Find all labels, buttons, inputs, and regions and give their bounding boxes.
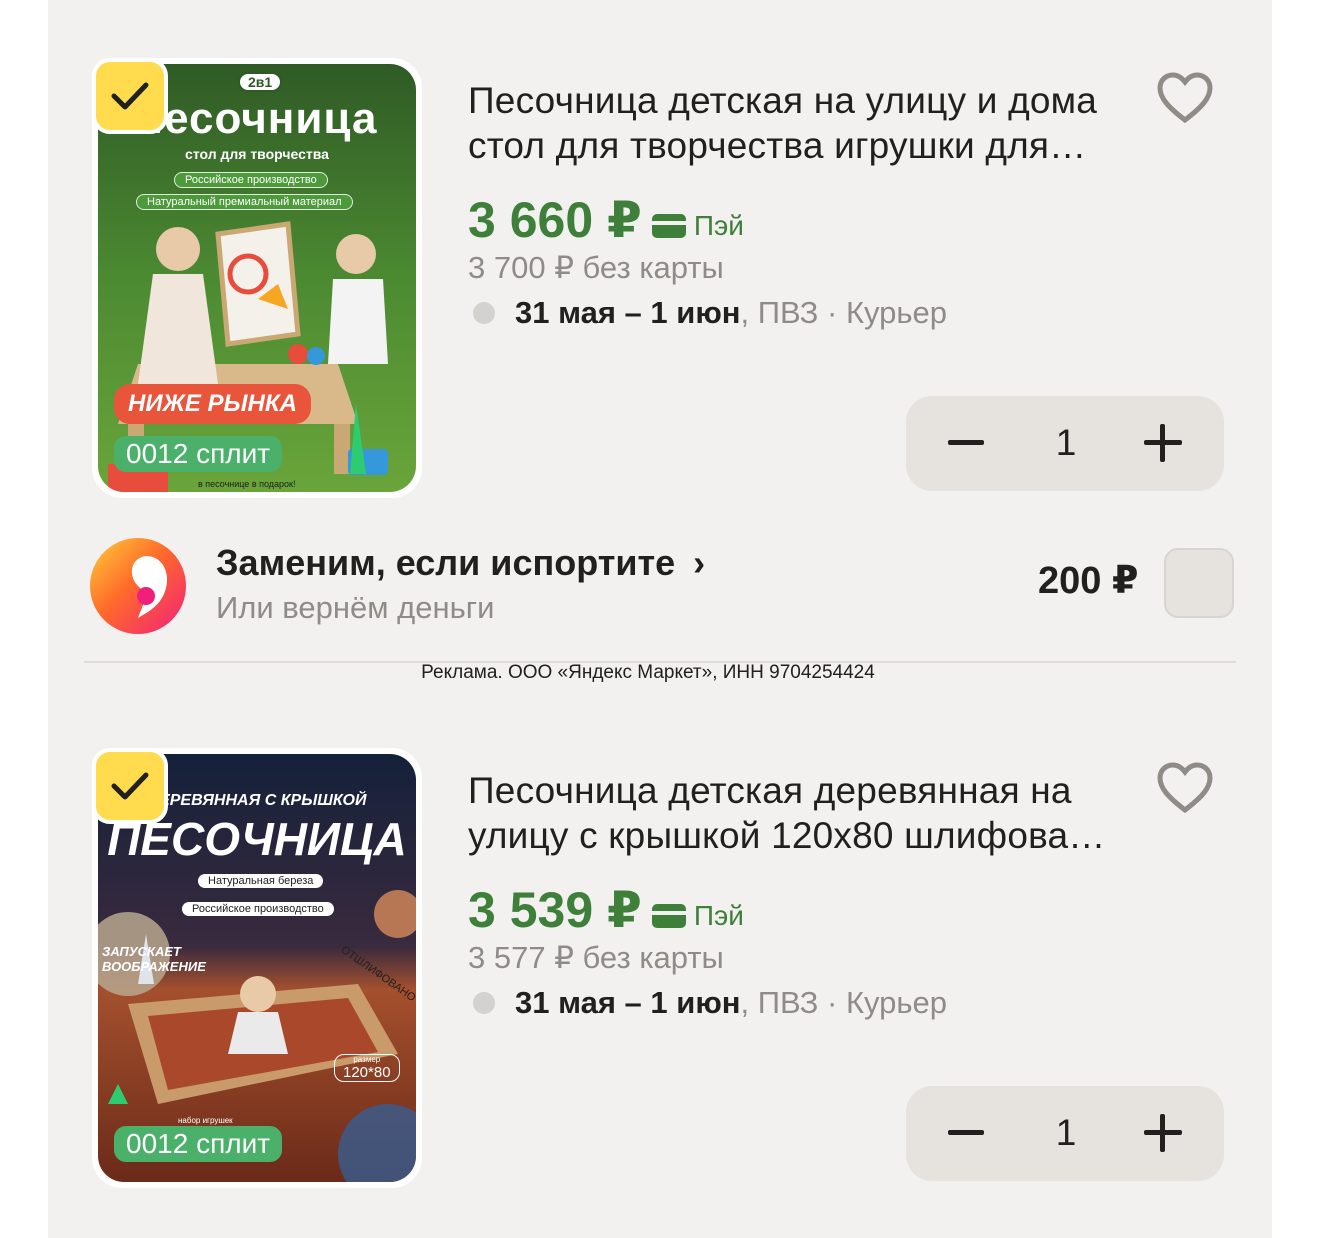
quantity-stepper: 1	[906, 396, 1224, 491]
image-pill: Российское производство	[174, 172, 328, 188]
chevron-right-icon: ›	[693, 542, 706, 583]
split-badge: 0012 сплит	[114, 436, 283, 472]
delivery-method: , ПВЗ · Курьер	[740, 295, 948, 330]
product-title[interactable]: Песочница детская на улицу и дома стол д…	[468, 78, 1148, 168]
ad-disclaimer: Реклама. ООО «Яндекс Маркет», ИНН 970425…	[421, 662, 875, 683]
heart-icon[interactable]	[1156, 72, 1214, 124]
increase-button[interactable]	[1106, 1086, 1224, 1181]
insurance-price: 200 ₽	[1038, 560, 1139, 602]
cart-item: ДЕРЕВЯННАЯ С КРЫШКОЙ ПЕСОЧНИЦА Натуральн…	[48, 748, 1272, 1208]
image-pill: Натуральный премиальный материал	[136, 194, 353, 210]
split-badge: 0012 сплит	[114, 1126, 283, 1162]
image-caption: в песочнице в подарок!	[198, 479, 296, 489]
image-pill: Натуральная береза	[198, 874, 324, 888]
minus-icon	[948, 1130, 984, 1135]
select-checkbox[interactable]	[92, 748, 168, 824]
image-caption: набор игрушек	[178, 1116, 233, 1125]
product-image[interactable]: 2в1 ПЕСОЧНИЦА стол для творчества Россий…	[92, 58, 422, 498]
decrease-button[interactable]	[906, 1086, 1016, 1181]
image-pill: Российское производство	[182, 902, 334, 916]
quantity-stepper: 1	[906, 1086, 1224, 1181]
heart-icon[interactable]	[1156, 762, 1214, 814]
pay-label: Пэй	[651, 900, 744, 932]
price-row: 3 660 ₽ Пэй	[468, 188, 744, 248]
decrease-button[interactable]	[906, 396, 1016, 491]
delivery-method: , ПВЗ · Курьер	[740, 985, 948, 1020]
product-image[interactable]: ДЕРЕВЯННАЯ С КРЫШКОЙ ПЕСОЧНИЦА Натуральн…	[92, 748, 422, 1188]
cart-item: 2в1 ПЕСОЧНИЦА стол для творчества Россий…	[48, 58, 1272, 518]
status-dot-icon	[473, 992, 495, 1014]
price: 3 539 ₽	[468, 882, 642, 938]
delivery-date: 31 мая – 1 июн	[515, 985, 741, 1020]
price-without-card: 3 700 ₽ без карты	[468, 250, 724, 285]
image-badge: 2в1	[238, 72, 283, 92]
insurance-checkbox[interactable]	[1164, 548, 1234, 618]
delivery-info: 31 мая – 1 июн , ПВЗ · Курьер	[473, 985, 947, 1021]
insurance-subtitle: Или вернём деньги	[216, 590, 495, 625]
pay-label: Пэй	[651, 210, 744, 242]
checkmark-icon	[111, 772, 149, 800]
select-checkbox[interactable]	[92, 58, 168, 134]
insurance-title: Заменим, если испортите ›	[216, 542, 706, 583]
image-size-badge: размер 120*80	[334, 1054, 400, 1082]
price-without-card: 3 577 ₽ без карты	[468, 940, 724, 975]
price: 3 660 ₽	[468, 192, 642, 248]
cart-panel: 2в1 ПЕСОЧНИЦА стол для творчества Россий…	[48, 0, 1272, 1238]
card-icon	[651, 904, 686, 928]
delivery-date: 31 мая – 1 июн	[515, 295, 741, 330]
image-side-text: ЗАПУСКАЕТ ВООБРАЖЕНИЕ	[102, 944, 206, 974]
insurance-logo-icon	[90, 538, 186, 634]
price-row: 3 539 ₽ Пэй	[468, 878, 744, 938]
status-dot-icon	[473, 302, 495, 324]
insurance-offer[interactable]: Заменим, если испортите › Или вернём ден…	[88, 536, 1238, 636]
image-subheadline: стол для творчества	[185, 146, 329, 162]
product-title[interactable]: Песочница детская деревянная на улицу с …	[468, 768, 1148, 858]
minus-icon	[948, 440, 984, 445]
card-icon	[651, 214, 686, 238]
quantity-value: 1	[1055, 422, 1077, 463]
increase-button[interactable]	[1106, 396, 1224, 491]
quantity-value: 1	[1055, 1112, 1077, 1153]
promo-badge: НИЖЕ РЫНКА	[114, 384, 311, 424]
checkmark-icon	[111, 82, 149, 110]
delivery-info: 31 мая – 1 июн , ПВЗ · Курьер	[473, 295, 947, 331]
